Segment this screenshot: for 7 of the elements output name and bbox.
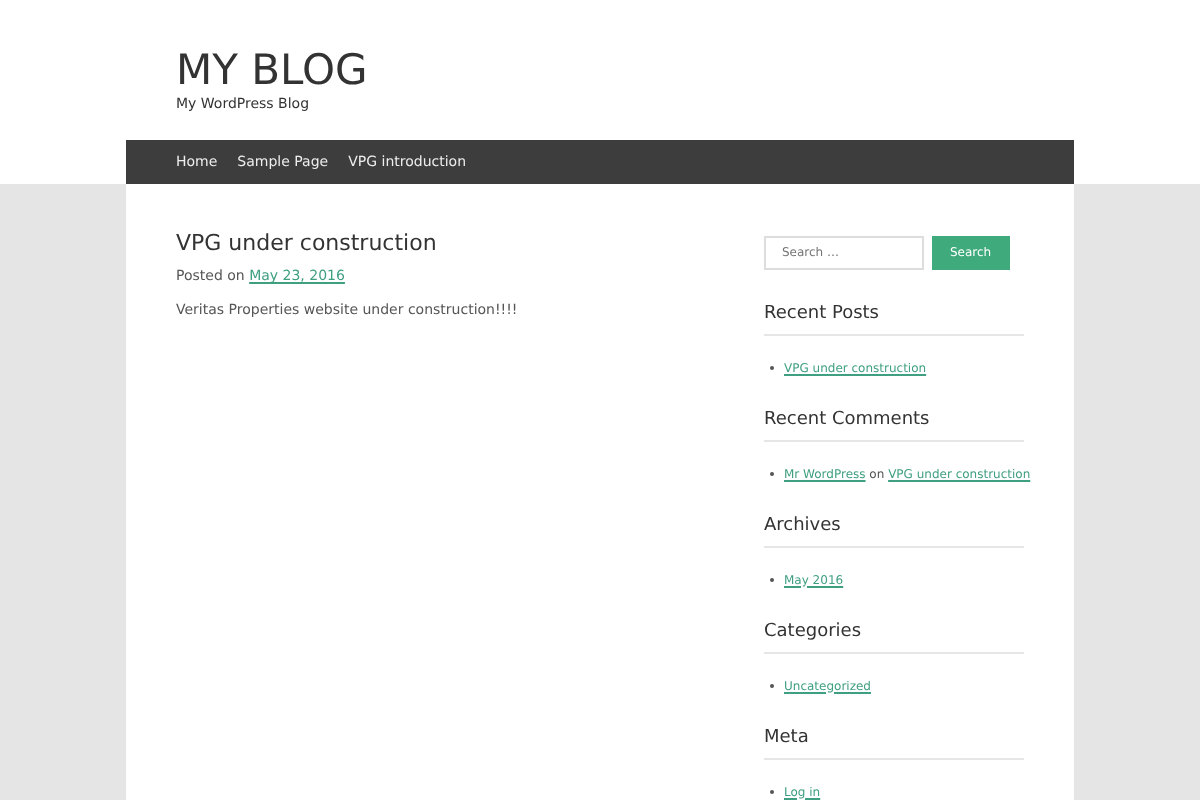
widget-heading: Archives xyxy=(764,512,1024,548)
widget-heading: Recent Comments xyxy=(764,406,1024,442)
post-title[interactable]: VPG under construction xyxy=(176,230,764,258)
widget-heading: Categories xyxy=(764,618,1024,654)
site-title[interactable]: MY BLOG xyxy=(176,46,1024,94)
widget-heading: Meta xyxy=(764,724,1024,760)
widget-heading: Recent Posts xyxy=(764,300,1024,336)
